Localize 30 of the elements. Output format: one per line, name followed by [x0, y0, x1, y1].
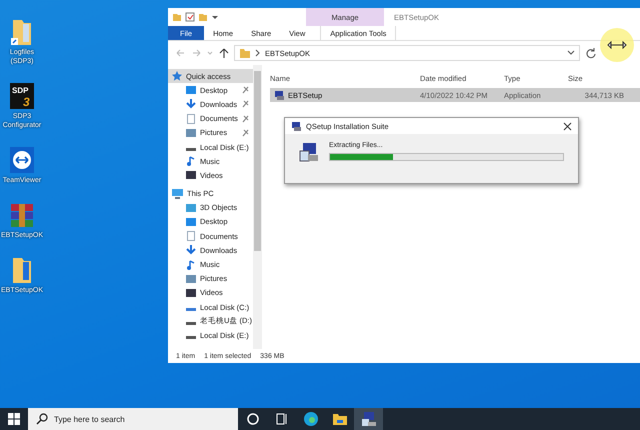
navigation-arrows-icon[interactable] — [174, 47, 230, 59]
taskbar-search-field[interactable]: Type here to search — [28, 408, 238, 430]
refresh-icon[interactable] — [584, 46, 598, 60]
archive-books-icon[interactable] — [9, 201, 35, 229]
setup-program-icon — [291, 121, 302, 131]
folder-icon — [239, 48, 251, 58]
setup-computer-icon — [299, 142, 319, 162]
document-icon — [186, 231, 196, 242]
setup-program-icon[interactable] — [354, 408, 383, 430]
chevron-down-icon[interactable] — [567, 50, 575, 56]
scrollbar-thumb[interactable] — [254, 71, 261, 251]
remote-arrows-icon[interactable] — [9, 146, 35, 174]
music-note-icon — [186, 260, 196, 270]
computer-icon — [172, 188, 183, 199]
resize-cursor-icon — [607, 41, 627, 49]
down-arrow-icon — [186, 99, 196, 110]
music-note-icon — [186, 156, 196, 166]
monitor-icon — [186, 216, 196, 227]
windows-logo-icon — [8, 413, 20, 425]
document-icon — [186, 114, 196, 124]
properties-icon[interactable] — [185, 12, 195, 22]
sdp-logo-icon[interactable]: SDP 3 — [9, 82, 35, 110]
chevron-icon — [255, 49, 261, 57]
setup-program-icon — [274, 90, 285, 100]
down-arrow-icon — [186, 245, 196, 256]
scrollbar[interactable] — [252, 65, 262, 349]
close-icon[interactable] — [563, 122, 572, 130]
star-icon — [172, 71, 182, 82]
search-icon — [36, 413, 48, 425]
monitor-icon — [186, 85, 196, 96]
